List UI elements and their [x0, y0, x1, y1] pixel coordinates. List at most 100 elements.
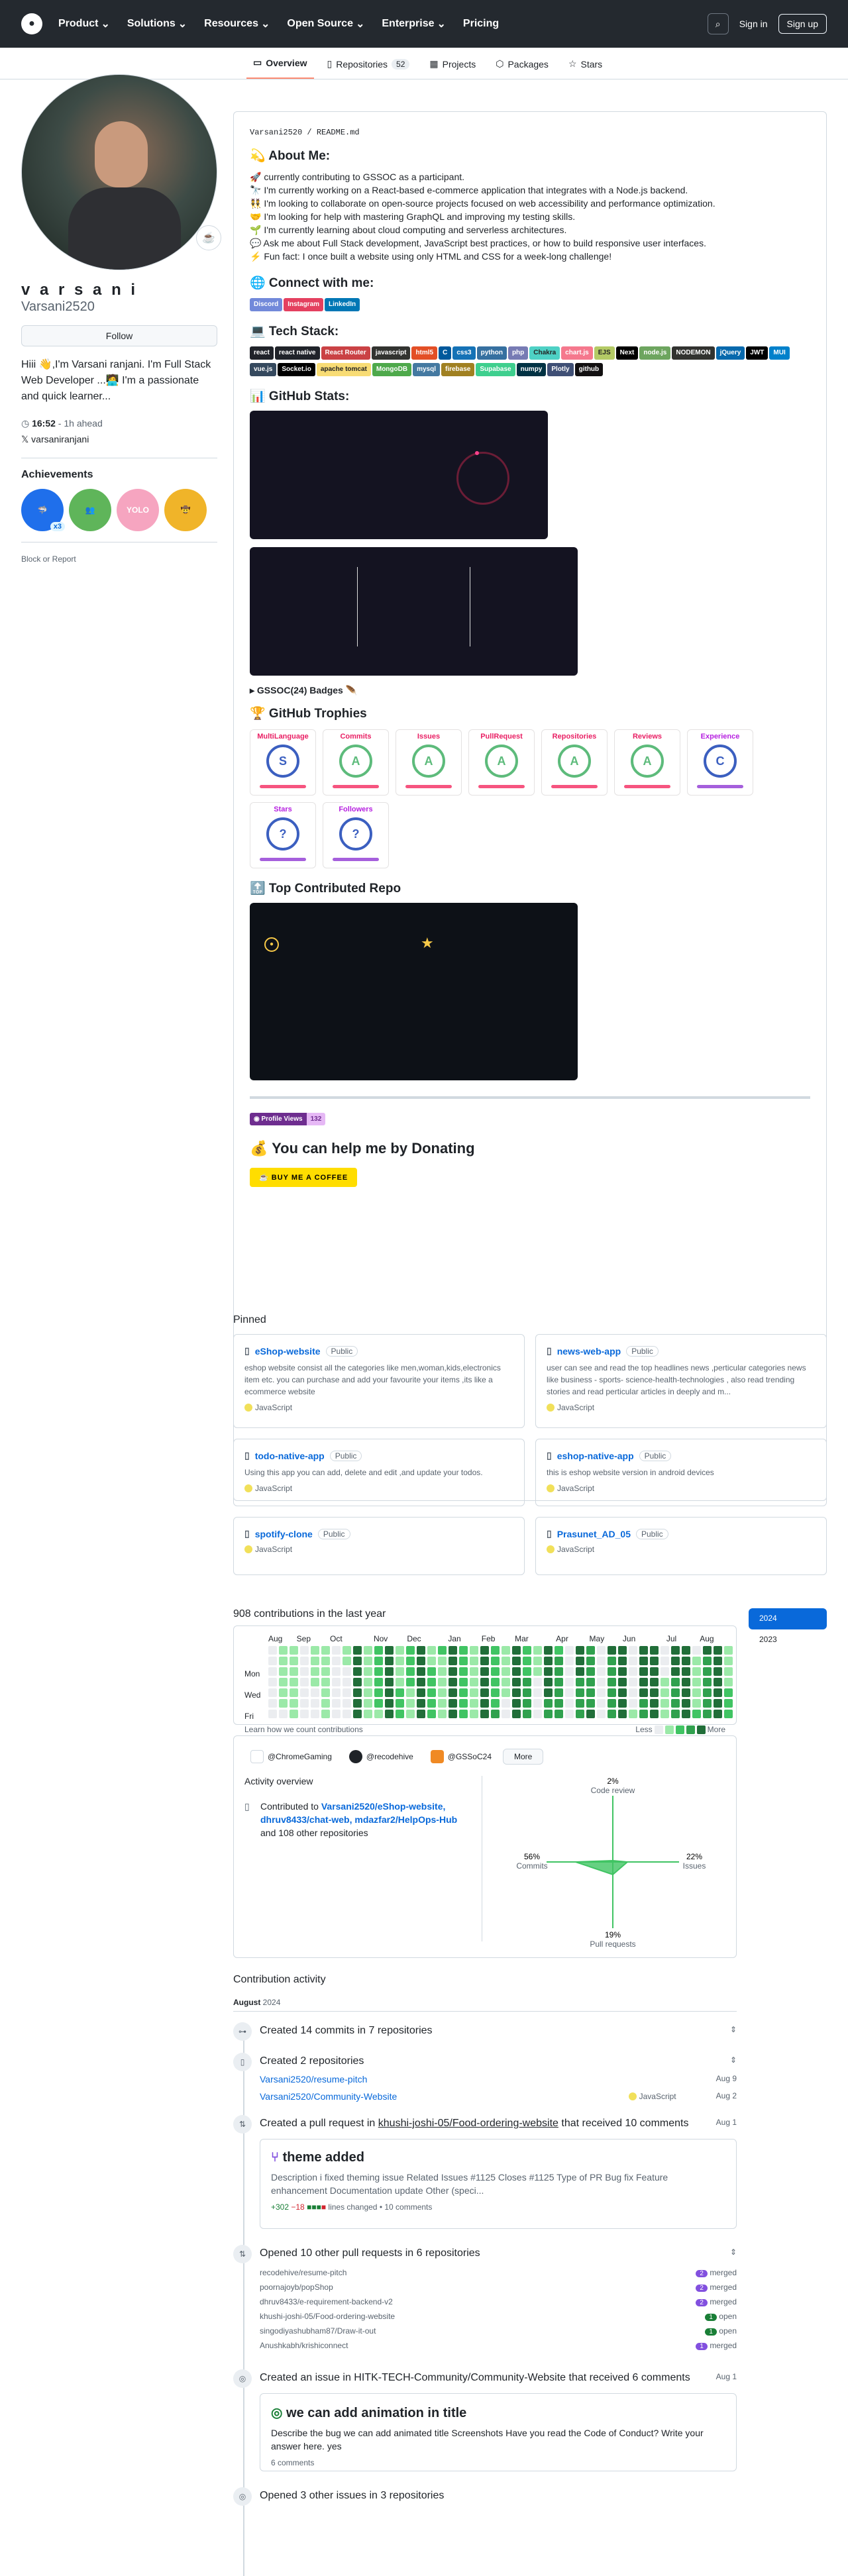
- contribution-day[interactable]: [459, 1710, 468, 1718]
- contribution-day[interactable]: [714, 1646, 722, 1655]
- contribution-day[interactable]: [512, 1710, 521, 1718]
- contribution-day[interactable]: [682, 1657, 690, 1665]
- contribution-day[interactable]: [480, 1657, 489, 1665]
- contribution-day[interactable]: [618, 1667, 627, 1676]
- contribution-day[interactable]: [512, 1699, 521, 1708]
- pinned-repo-link[interactable]: eshop-native-app: [557, 1451, 634, 1461]
- contribution-day[interactable]: [555, 1657, 563, 1665]
- contribution-day[interactable]: [491, 1710, 500, 1718]
- tab-repositories[interactable]: ▯ Repositories 52: [321, 58, 417, 79]
- contribution-day[interactable]: [364, 1646, 372, 1655]
- block-report-link[interactable]: Block or Report: [21, 554, 76, 564]
- contribution-day[interactable]: [544, 1667, 553, 1676]
- contribution-day[interactable]: [353, 1699, 362, 1708]
- contribution-day[interactable]: [682, 1667, 690, 1676]
- contribution-day[interactable]: [608, 1678, 616, 1686]
- contribution-day[interactable]: [353, 1710, 362, 1718]
- contribution-day[interactable]: [438, 1646, 447, 1655]
- contribution-day[interactable]: [512, 1688, 521, 1697]
- contribution-day[interactable]: [597, 1646, 606, 1655]
- contribution-day[interactable]: [544, 1678, 553, 1686]
- contribution-day[interactable]: [470, 1699, 478, 1708]
- contribution-day[interactable]: [459, 1688, 468, 1697]
- contribution-day[interactable]: [565, 1710, 574, 1718]
- contribution-day[interactable]: [502, 1688, 510, 1697]
- contribution-day[interactable]: [650, 1646, 659, 1655]
- contribution-day[interactable]: [692, 1699, 701, 1708]
- contribution-day[interactable]: [618, 1657, 627, 1665]
- contribution-day[interactable]: [321, 1710, 330, 1718]
- contribution-day[interactable]: [406, 1710, 415, 1718]
- contribution-day[interactable]: [533, 1710, 542, 1718]
- contribution-day[interactable]: [374, 1657, 383, 1665]
- contribution-day[interactable]: [629, 1699, 637, 1708]
- contribution-day[interactable]: [300, 1678, 309, 1686]
- contribution-day[interactable]: [544, 1657, 553, 1665]
- year-2024-button[interactable]: 2024: [749, 1608, 827, 1629]
- x-link[interactable]: varsaniranjani: [31, 434, 89, 444]
- contribution-day[interactable]: [470, 1678, 478, 1686]
- contribution-day[interactable]: [661, 1657, 669, 1665]
- contribution-day[interactable]: [661, 1699, 669, 1708]
- contribution-day[interactable]: [290, 1657, 298, 1665]
- contribution-day[interactable]: [300, 1657, 309, 1665]
- contribution-day[interactable]: [523, 1699, 531, 1708]
- contribution-day[interactable]: [586, 1667, 595, 1676]
- contribution-day[interactable]: [608, 1699, 616, 1708]
- contribution-day[interactable]: [597, 1699, 606, 1708]
- contribution-day[interactable]: [629, 1646, 637, 1655]
- contribution-day[interactable]: [502, 1667, 510, 1676]
- contribution-day[interactable]: [385, 1657, 394, 1665]
- contribution-day[interactable]: [321, 1699, 330, 1708]
- contribution-day[interactable]: [417, 1657, 425, 1665]
- more-orgs-button[interactable]: More: [503, 1749, 544, 1765]
- contribution-day[interactable]: [300, 1646, 309, 1655]
- contribution-day[interactable]: [650, 1657, 659, 1665]
- contribution-day[interactable]: [311, 1678, 319, 1686]
- contribution-day[interactable]: [438, 1710, 447, 1718]
- contribution-day[interactable]: [385, 1699, 394, 1708]
- pr-repo-link[interactable]: khushi-joshi-05/Food-ordering-website: [260, 2310, 395, 2324]
- contribution-day[interactable]: [650, 1667, 659, 1676]
- contribution-day[interactable]: [480, 1688, 489, 1697]
- pinned-repo-link[interactable]: news-web-app: [557, 1346, 621, 1357]
- contribution-day[interactable]: [576, 1699, 584, 1708]
- pr-repo-link[interactable]: Anushkabh/krishiconnect: [260, 2339, 348, 2353]
- contribution-day[interactable]: [449, 1657, 457, 1665]
- pull-shark-badge-icon[interactable]: 🦈 x3: [21, 489, 65, 531]
- contribution-day[interactable]: [724, 1710, 733, 1718]
- contribution-day[interactable]: [597, 1657, 606, 1665]
- contribution-day[interactable]: [417, 1688, 425, 1697]
- contribution-day[interactable]: [396, 1710, 404, 1718]
- contribution-day[interactable]: [406, 1699, 415, 1708]
- contribution-day[interactable]: [639, 1678, 648, 1686]
- contribution-day[interactable]: [533, 1688, 542, 1697]
- contribution-day[interactable]: [438, 1657, 447, 1665]
- contribution-day[interactable]: [512, 1678, 521, 1686]
- contribution-day[interactable]: [565, 1688, 574, 1697]
- contribution-day[interactable]: [491, 1667, 500, 1676]
- contribution-day[interactable]: [343, 1657, 351, 1665]
- contribution-day[interactable]: [523, 1678, 531, 1686]
- contribution-day[interactable]: [268, 1688, 277, 1697]
- contribution-day[interactable]: [671, 1646, 680, 1655]
- contribution-day[interactable]: [311, 1710, 319, 1718]
- sign-in-link[interactable]: Sign in: [739, 19, 768, 29]
- contribution-day[interactable]: [343, 1646, 351, 1655]
- contribution-day[interactable]: [502, 1699, 510, 1708]
- contribution-day[interactable]: [703, 1678, 712, 1686]
- contribution-day[interactable]: [724, 1699, 733, 1708]
- tab-overview[interactable]: ▭ Overview: [246, 57, 314, 79]
- contribution-day[interactable]: [491, 1678, 500, 1686]
- contribution-day[interactable]: [639, 1667, 648, 1676]
- contribution-day[interactable]: [470, 1657, 478, 1665]
- contribution-day[interactable]: [480, 1710, 489, 1718]
- contribution-day[interactable]: [576, 1657, 584, 1665]
- contribution-day[interactable]: [650, 1710, 659, 1718]
- contribution-day[interactable]: [608, 1646, 616, 1655]
- contribution-day[interactable]: [396, 1646, 404, 1655]
- contribution-day[interactable]: [268, 1710, 277, 1718]
- contribution-day[interactable]: [268, 1657, 277, 1665]
- contribution-day[interactable]: [364, 1688, 372, 1697]
- contribution-day[interactable]: [682, 1688, 690, 1697]
